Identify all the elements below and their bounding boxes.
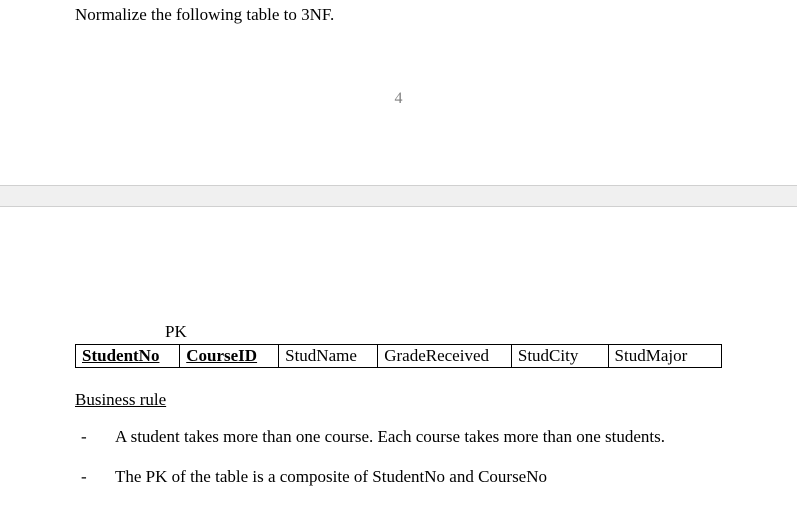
col-courseid: CourseID	[180, 345, 279, 368]
business-rules-list: - A student takes more than one course. …	[75, 424, 722, 489]
col-studname: StudName	[279, 345, 378, 368]
page-break-gap	[0, 185, 797, 207]
page-4-bottom-fragment: Normalize the following table to 3NF. 4	[0, 0, 797, 185]
document-viewport: Normalize the following table to 3NF. 4 …	[0, 0, 797, 528]
pk-label: PK	[165, 322, 722, 342]
bullet-dash: -	[75, 464, 115, 490]
col-studentno: StudentNo	[76, 345, 180, 368]
business-rule-item: - The PK of the table is a composite of …	[75, 464, 722, 490]
col-studmajor: StudMajor	[608, 345, 721, 368]
normalization-instruction: Normalize the following table to 3NF.	[75, 0, 722, 25]
business-rule-heading: Business rule	[75, 390, 722, 410]
schema-table: StudentNo CourseID StudName GradeReceive…	[75, 344, 722, 368]
col-gradereceived: GradeReceived	[378, 345, 512, 368]
business-rule-text: The PK of the table is a composite of St…	[115, 464, 547, 490]
page-number: 4	[0, 90, 797, 108]
business-rule-text: A student takes more than one course. Ea…	[115, 424, 665, 450]
bullet-dash: -	[75, 424, 115, 450]
schema-header-row: StudentNo CourseID StudName GradeReceive…	[76, 345, 722, 368]
business-rule-item: - A student takes more than one course. …	[75, 424, 722, 450]
col-studcity: StudCity	[511, 345, 608, 368]
page-5-top-fragment: PK StudentNo CourseID StudName GradeRece…	[0, 207, 797, 489]
